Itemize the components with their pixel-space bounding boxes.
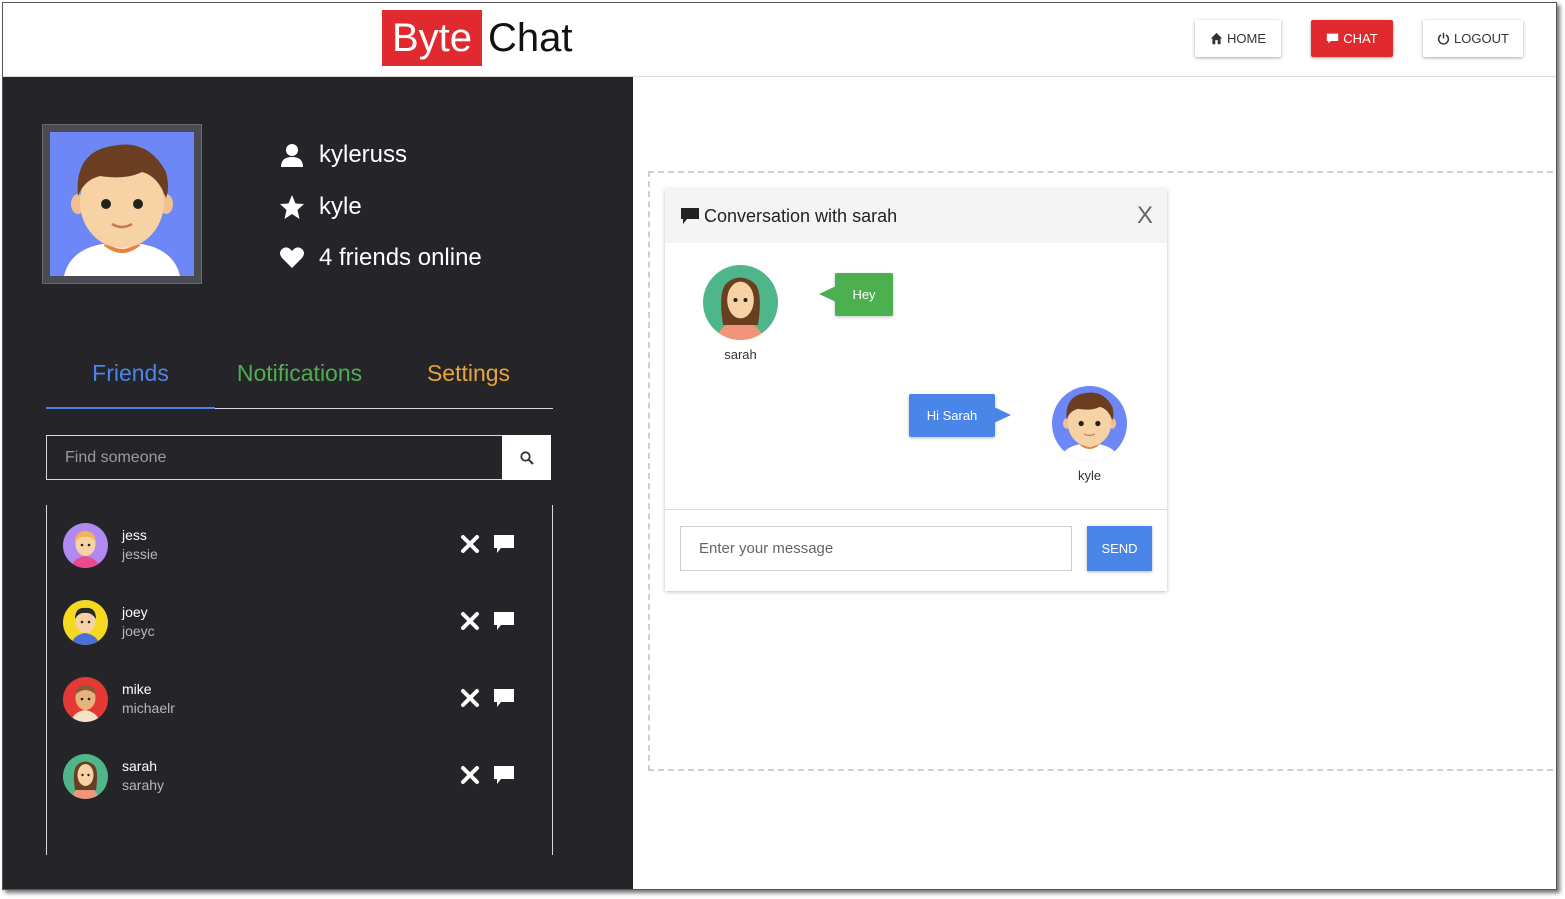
- home-label: HOME: [1227, 31, 1266, 46]
- friend-username: sarahy: [122, 777, 165, 793]
- message-text: Hey: [852, 287, 876, 302]
- friend-username: joeyc: [122, 623, 155, 639]
- chat-label: CHAT: [1343, 31, 1378, 46]
- logout-button[interactable]: LOGOUT: [1423, 20, 1523, 57]
- search-icon: [519, 450, 534, 465]
- woman-avatar-icon: [703, 265, 778, 340]
- message-icon[interactable]: [493, 534, 515, 554]
- power-icon: [1437, 32, 1450, 45]
- avatar: [63, 677, 108, 722]
- girl-avatar-icon: [63, 523, 108, 568]
- friend-item-mike[interactable]: mike michaelr: [47, 669, 552, 729]
- sidebar-tabs: Friends Notifications Settings: [46, 355, 553, 409]
- message-composer: SEND: [665, 510, 1167, 591]
- profile-name-row: kyle: [277, 193, 362, 221]
- friend-name: jess: [122, 527, 147, 543]
- search-input[interactable]: [46, 435, 502, 480]
- message-text: Hi Sarah: [926, 408, 978, 423]
- star-icon: [277, 194, 307, 220]
- conversation-title: Conversation with sarah: [704, 205, 898, 226]
- profile-username: kyleruss: [319, 141, 408, 168]
- avatar: [63, 754, 108, 799]
- close-icon[interactable]: [460, 765, 480, 785]
- user-icon: [277, 142, 307, 168]
- close-icon[interactable]: [460, 534, 480, 554]
- chat-button[interactable]: CHAT: [1311, 20, 1393, 57]
- woman-avatar-icon: [63, 754, 108, 799]
- heart-icon: [277, 245, 307, 271]
- message-sender: sarah: [724, 347, 757, 362]
- avatar: [703, 265, 778, 340]
- boy-avatar-icon: [50, 132, 194, 276]
- logo-byte: Byte: [382, 10, 483, 66]
- boy-avatar-icon: [1052, 386, 1127, 461]
- message-bubble-sent: Hi Sarah: [909, 394, 1011, 437]
- main-area: Conversation with sarah X sarah Hey Hi S…: [633, 77, 1556, 889]
- message-icon[interactable]: [493, 688, 515, 708]
- boy-avatar-icon: [63, 600, 108, 645]
- profile-avatar[interactable]: [42, 124, 202, 284]
- tab-friends[interactable]: Friends: [46, 355, 215, 409]
- tab-notifications[interactable]: Notifications: [215, 355, 384, 408]
- man-avatar-icon: [63, 677, 108, 722]
- message-icon[interactable]: [493, 611, 515, 631]
- close-icon[interactable]: [460, 688, 480, 708]
- tab-settings[interactable]: Settings: [384, 355, 553, 408]
- chat-icon: [1327, 33, 1339, 44]
- sidebar: kyleruss kyle 4 friends online Friends N…: [3, 77, 633, 889]
- friend-username: jessie: [122, 546, 158, 562]
- conversation-header[interactable]: Conversation with sarah X: [665, 189, 1167, 243]
- logout-label: LOGOUT: [1454, 31, 1509, 46]
- profile-username-row: kyleruss: [277, 141, 407, 169]
- close-icon[interactable]: [460, 611, 480, 631]
- avatar: [1052, 386, 1127, 461]
- friend-name: joey: [122, 604, 148, 620]
- message-sender: kyle: [1077, 468, 1102, 483]
- message-input[interactable]: [680, 526, 1072, 571]
- friend-item-joey[interactable]: joey joeyc: [47, 592, 552, 652]
- friends-online-row: 4 friends online: [277, 244, 482, 272]
- conversation-window[interactable]: Conversation with sarah X sarah Hey Hi S…: [665, 189, 1167, 591]
- logo[interactable]: Byte Chat: [382, 10, 573, 66]
- friend-username: michaelr: [122, 700, 175, 716]
- avatar: [63, 600, 108, 645]
- friend-item-jess[interactable]: jess jessie: [47, 515, 552, 575]
- message-icon[interactable]: [493, 765, 515, 785]
- avatar: [63, 523, 108, 568]
- top-navbar: Byte Chat HOME CHAT LOGOUT: [3, 3, 1556, 77]
- friend-name: mike: [122, 681, 152, 697]
- friend-list: jess jessie joey joeyc mike michaelr sar…: [46, 505, 553, 855]
- app-window: Byte Chat HOME CHAT LOGOUT kyleruss kyle…: [2, 2, 1557, 890]
- profile-display-name: kyle: [319, 193, 362, 220]
- home-icon: [1210, 32, 1223, 45]
- friend-name: sarah: [122, 758, 158, 774]
- close-conversation-button[interactable]: X: [1137, 202, 1153, 230]
- send-button[interactable]: SEND: [1087, 526, 1152, 571]
- message-bubble-received: Hey: [819, 273, 893, 316]
- friends-online-count: 4 friends online: [319, 244, 482, 271]
- friend-item-sarah[interactable]: sarah sarahy: [47, 746, 552, 806]
- friend-search: [46, 435, 551, 480]
- chat-icon: [681, 208, 699, 224]
- logo-chat: Chat: [488, 15, 573, 60]
- search-button[interactable]: [502, 435, 551, 480]
- home-button[interactable]: HOME: [1195, 20, 1281, 57]
- message-list: sarah Hey Hi Sarah kyle: [665, 243, 1167, 510]
